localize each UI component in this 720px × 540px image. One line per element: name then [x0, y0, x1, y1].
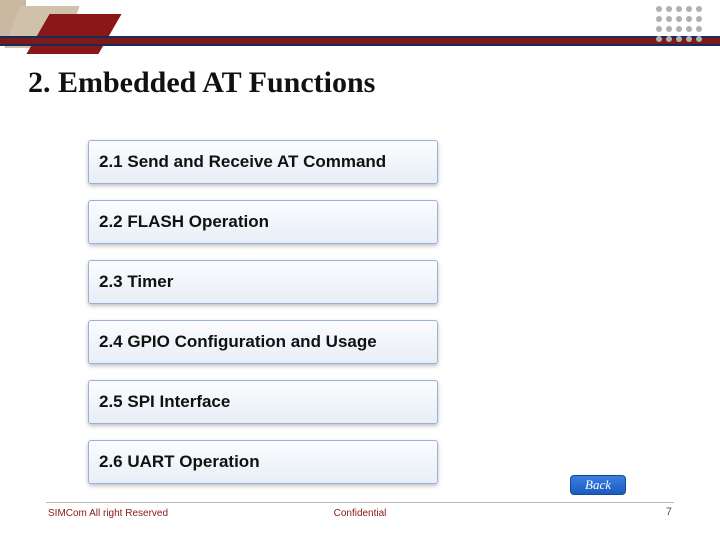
menu-item-2-2[interactable]: 2.2 FLASH Operation: [88, 200, 438, 244]
corner-decoration: [0, 0, 120, 64]
back-button[interactable]: Back: [570, 475, 626, 495]
menu-item-2-5[interactable]: 2.5 SPI Interface: [88, 380, 438, 424]
footer-divider: [46, 502, 674, 503]
menu-item-2-4[interactable]: 2.4 GPIO Configuration and Usage: [88, 320, 438, 364]
page-number: 7: [666, 506, 672, 518]
footer-confidential: Confidential: [0, 508, 720, 519]
dot-grid-icon: [656, 6, 702, 42]
menu-item-2-3[interactable]: 2.3 Timer: [88, 260, 438, 304]
toc-menu: 2.1 Send and Receive AT Command 2.2 FLAS…: [88, 140, 438, 484]
header-bar: [0, 36, 720, 46]
menu-item-2-1[interactable]: 2.1 Send and Receive AT Command: [88, 140, 438, 184]
menu-item-2-6[interactable]: 2.6 UART Operation: [88, 440, 438, 484]
page-title: 2. Embedded AT Functions: [28, 66, 375, 100]
